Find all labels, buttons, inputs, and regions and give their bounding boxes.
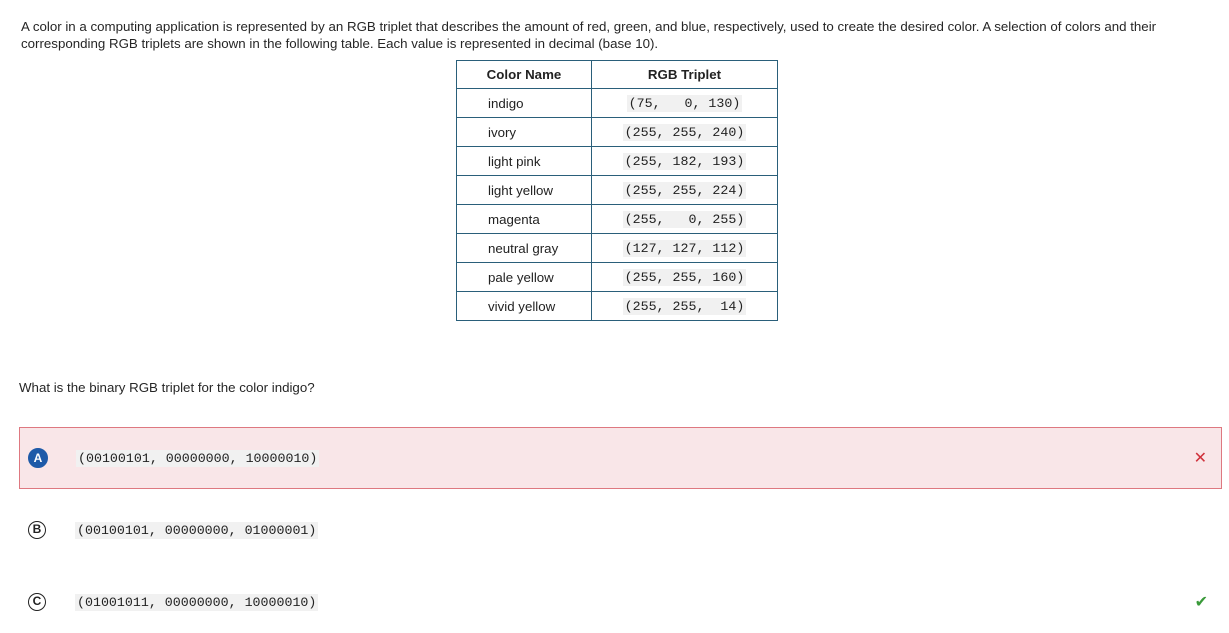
column-header-color-name: Color Name <box>456 60 592 89</box>
rgb-triplet-cell: (255, 0, 255) <box>591 204 778 234</box>
rgb-triplet-cell: (255, 182, 193) <box>591 146 778 176</box>
rgb-triplet-value: (75, 0, 130) <box>626 95 743 112</box>
choice-letter-badge: C <box>28 593 46 611</box>
choice-letter-badge: B <box>28 521 46 539</box>
table-row: indigo (75, 0, 130) <box>456 88 778 118</box>
question-prompt: What is the binary RGB triplet for the c… <box>19 380 315 395</box>
choice-text: (00100101, 00000000, 01000001) <box>75 521 319 539</box>
rgb-triplet-cell: (255, 255, 14) <box>591 291 778 321</box>
color-name-cell: ivory <box>456 117 592 147</box>
table-row: pale yellow (255, 255, 160) <box>456 262 778 292</box>
rgb-triplet-cell: (75, 0, 130) <box>591 88 778 118</box>
color-name-cell: indigo <box>456 88 592 118</box>
table-row: neutral gray (127, 127, 112) <box>456 233 778 263</box>
rgb-triplet-value: (255, 255, 240) <box>622 124 747 141</box>
color-name-cell: neutral gray <box>456 233 592 263</box>
choice-binary-triplet: (00100101, 00000000, 01000001) <box>75 522 319 539</box>
rgb-triplet-value: (255, 255, 224) <box>622 182 747 199</box>
answer-choice-a[interactable]: A (00100101, 00000000, 10000010) ✕ <box>19 427 1222 489</box>
choice-text: (01001011, 00000000, 10000010) <box>75 593 319 611</box>
table-header-row: Color Name RGB Triplet <box>456 60 778 89</box>
answer-choice-c[interactable]: C (01001011, 00000000, 10000010) ✔ <box>19 571 1222 633</box>
rgb-triplet-cell: (255, 255, 240) <box>591 117 778 147</box>
rgb-triplet-value: (255, 182, 193) <box>622 153 747 170</box>
table-row: vivid yellow (255, 255, 14) <box>456 291 778 321</box>
color-name-cell: pale yellow <box>456 262 592 292</box>
rgb-triplet-value: (255, 255, 160) <box>622 269 747 286</box>
choice-text: (00100101, 00000000, 10000010) <box>76 449 320 467</box>
rgb-triplet-cell: (255, 255, 160) <box>591 262 778 292</box>
color-name-cell: magenta <box>456 204 592 234</box>
choice-binary-triplet: (01001011, 00000000, 10000010) <box>75 594 319 611</box>
rgb-color-table: Color Name RGB Triplet indigo (75, 0, 13… <box>456 60 778 321</box>
table-row: ivory (255, 255, 240) <box>456 117 778 147</box>
answer-choice-b[interactable]: B (00100101, 00000000, 01000001) <box>19 499 1222 561</box>
choice-binary-triplet: (00100101, 00000000, 10000010) <box>76 450 320 467</box>
rgb-triplet-cell: (127, 127, 112) <box>591 233 778 263</box>
rgb-triplet-cell: (255, 255, 224) <box>591 175 778 205</box>
color-name-cell: light yellow <box>456 175 592 205</box>
column-header-rgb-triplet: RGB Triplet <box>591 60 778 89</box>
question-stem: A color in a computing application is re… <box>21 19 1157 51</box>
table-row: light yellow (255, 255, 224) <box>456 175 778 205</box>
table-row: light pink (255, 182, 193) <box>456 146 778 176</box>
rgb-triplet-value: (255, 255, 14) <box>622 298 747 315</box>
close-icon: ✕ <box>1193 450 1207 467</box>
rgb-triplet-value: (255, 0, 255) <box>622 211 747 228</box>
color-name-cell: light pink <box>456 146 592 176</box>
choice-letter-badge: A <box>28 448 48 468</box>
table-row: magenta (255, 0, 255) <box>456 204 778 234</box>
checkmark-icon: ✔ <box>1194 594 1208 611</box>
color-name-cell: vivid yellow <box>456 291 592 321</box>
rgb-triplet-value: (127, 127, 112) <box>622 240 747 257</box>
